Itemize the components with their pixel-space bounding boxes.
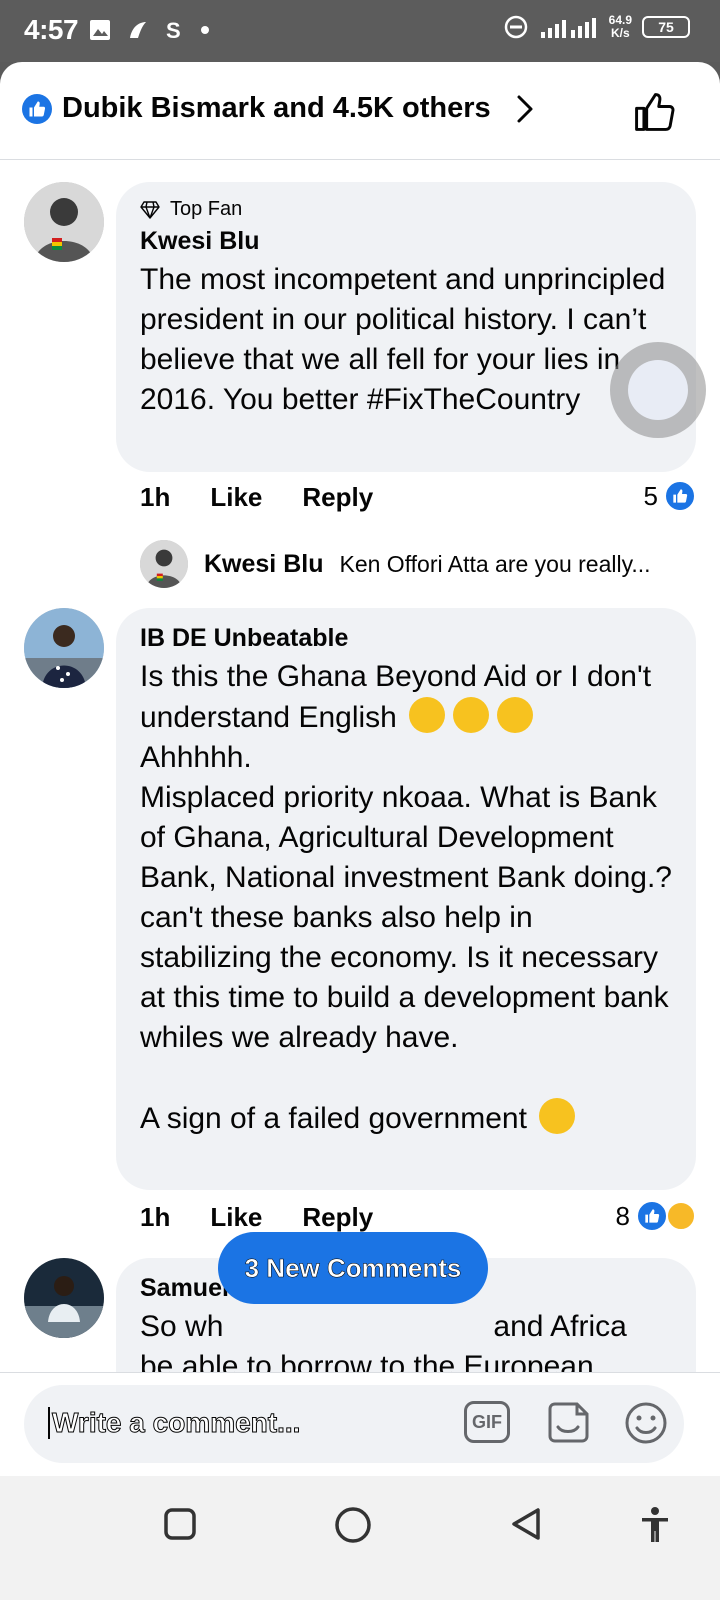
app-icon — [130, 22, 146, 38]
chevron-right-icon — [517, 95, 533, 122]
reaction-count[interactable]: 8 — [616, 1200, 696, 1232]
comment-text: The most incompetent and unprincipled pr… — [140, 263, 666, 416]
avatar[interactable] — [24, 608, 104, 688]
comment-bubble[interactable]: Top Fan Kwesi Blu The most incompetent a… — [116, 182, 696, 472]
comment-composer: Write a comment... GIF — [0, 1372, 720, 1476]
comment-time: 1h — [140, 1202, 171, 1232]
sad-reaction-icon — [666, 1201, 696, 1231]
status-left-icons: S — [88, 18, 210, 42]
crying-emoji-icon — [539, 1098, 576, 1134]
reaction-count[interactable]: 5 — [644, 480, 696, 512]
reactors-link[interactable]: Dubik Bismark and 4.5K others — [22, 92, 535, 125]
status-bar: 4:57 S 64.9 K/s 75 — [0, 0, 720, 62]
floating-assistive-button[interactable] — [610, 342, 706, 438]
top-fan-badge: Top Fan — [140, 198, 672, 221]
comments-list: Top Fan Kwesi Blu The most incompetent a… — [0, 160, 720, 1402]
reply-button[interactable]: Reply — [302, 482, 373, 513]
dot-icon — [201, 26, 209, 34]
accessibility-icon[interactable] — [640, 1506, 670, 1544]
thumbs-up-outline-icon[interactable] — [632, 90, 676, 134]
svg-text:S: S — [166, 18, 181, 42]
comments-sheet: Dubik Bismark and 4.5K others Top Fan Kw… — [0, 62, 720, 1402]
avatar[interactable] — [24, 182, 104, 262]
grin-emoji-icon — [497, 697, 534, 733]
smiley-icon[interactable] — [622, 1399, 670, 1447]
like-button[interactable]: Like — [210, 1202, 262, 1233]
network-speed: 64.9 K/s — [608, 13, 632, 40]
like-button[interactable]: Like — [210, 482, 262, 513]
comment-text: Is this the Ghana Beyond Aid or I don't … — [140, 660, 672, 1135]
comment-input-box[interactable]: Write a comment... GIF — [24, 1385, 684, 1463]
comment-time: 1h — [140, 482, 171, 512]
image-icon — [90, 20, 110, 40]
status-time: 4:57 — [24, 14, 79, 45]
reply-button[interactable]: Reply — [302, 1202, 373, 1233]
square-nav-icon[interactable] — [162, 1506, 198, 1542]
grinning-emoji-icon — [409, 697, 446, 733]
battery-indicator: 75 — [642, 16, 690, 38]
like-icon — [22, 93, 52, 124]
new-comments-pill[interactable]: 3 New Comments — [218, 1232, 488, 1304]
comment-bubble[interactable]: IB DE Unbeatable Is this the Ghana Beyon… — [116, 608, 696, 1190]
comment-actions: 1h Like Reply — [140, 1202, 373, 1233]
system-nav-bar — [0, 1476, 720, 1600]
grinning-emoji-icon — [453, 697, 490, 733]
comment-author[interactable]: Kwesi Blu — [140, 227, 672, 256]
like-icon — [636, 1200, 668, 1232]
sticker-icon[interactable] — [544, 1399, 592, 1447]
triangle-back-icon[interactable] — [508, 1506, 544, 1542]
s-app-icon: S — [166, 18, 181, 42]
reply-author: Kwesi Blu — [204, 549, 324, 578]
diamond-icon — [140, 200, 160, 219]
gif-button[interactable]: GIF — [464, 1401, 510, 1443]
like-icon — [664, 480, 696, 512]
dnd-icon — [504, 15, 527, 39]
reply-text: Ken Offori Atta are you really... — [339, 550, 651, 577]
comment-actions: 1h Like Reply — [140, 482, 373, 513]
comment-input[interactable]: Write a comment... — [48, 1407, 301, 1439]
circle-home-icon[interactable] — [334, 1506, 372, 1544]
reactors-text: Dubik Bismark and 4.5K others — [62, 92, 491, 124]
comment-author[interactable]: IB DE Unbeatable — [140, 624, 672, 653]
signal-icon — [540, 18, 596, 38]
avatar — [140, 540, 188, 588]
status-right-icons: 64.9 K/s 75 — [503, 14, 690, 40]
reactions-header: Dubik Bismark and 4.5K others — [0, 62, 720, 160]
reply-preview[interactable]: Kwesi Blu Ken Offori Atta are you really… — [140, 540, 651, 588]
avatar[interactable] — [24, 1258, 104, 1338]
